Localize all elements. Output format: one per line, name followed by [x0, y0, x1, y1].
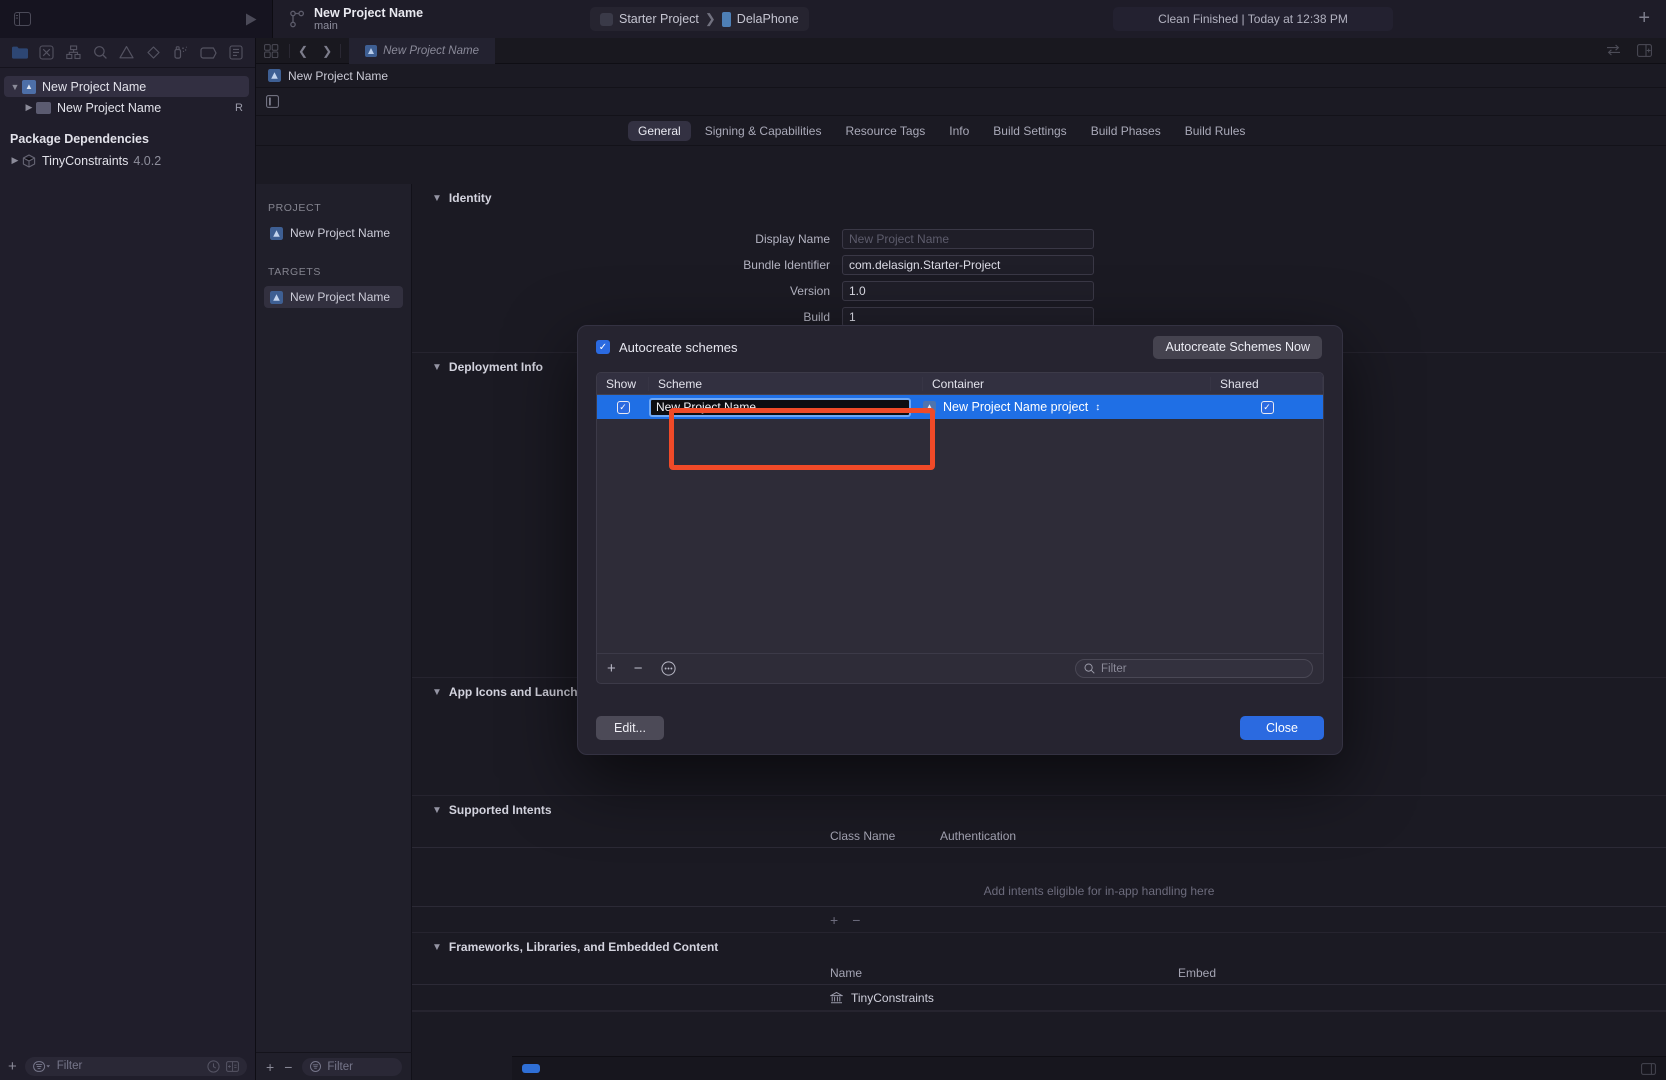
dialog-footer: Edit... Close [596, 716, 1324, 740]
scheme-show-checkbox[interactable]: ✓ [616, 400, 630, 414]
xcode-window: New Project Name main Starter Project ❯ … [0, 0, 1666, 1080]
autocreate-schemes-label: Autocreate schemes [619, 339, 738, 355]
column-container: Container [923, 376, 1211, 391]
edit-button[interactable]: Edit... [596, 716, 664, 740]
minus-icon[interactable]: − [634, 661, 643, 676]
autocreate-schemes-checkbox[interactable]: ✓ [596, 340, 610, 354]
schemes-table-header: Show Scheme Container Shared [597, 373, 1323, 395]
schemes-table: Show Scheme Container Shared ✓ New Proje… [596, 372, 1324, 684]
updown-chevron-icon[interactable]: ↕ [1095, 402, 1100, 413]
close-button[interactable]: Close [1240, 716, 1324, 740]
plus-icon[interactable]: + [607, 661, 616, 676]
schemes-table-footer: + − Filter [597, 653, 1323, 683]
scheme-container-cell[interactable]: New Project Name project ↕ [923, 400, 1211, 414]
scheme-shared-cell: ✓ [1211, 400, 1323, 414]
schemes-filter-placeholder: Filter [1101, 662, 1127, 675]
column-show: Show [597, 376, 649, 391]
ellipsis-circle-icon[interactable] [660, 661, 676, 676]
manage-schemes-dialog: ✓ Autocreate schemes Autocreate Schemes … [577, 325, 1343, 755]
search-icon [1084, 663, 1095, 674]
autocreate-row: ✓ Autocreate schemes Autocreate Schemes … [578, 326, 1342, 368]
scheme-container-label: New Project Name project [943, 400, 1089, 414]
scheme-name-cell[interactable]: New Project Name [649, 397, 923, 417]
scheme-show-cell: ✓ [597, 400, 649, 414]
column-shared: Shared [1211, 376, 1323, 391]
column-scheme: Scheme [649, 376, 923, 391]
scheme-shared-checkbox[interactable]: ✓ [1260, 400, 1274, 414]
scheme-name-input[interactable]: New Project Name [649, 397, 911, 417]
schemes-filter-input[interactable]: Filter [1075, 659, 1313, 678]
scheme-table-row[interactable]: ✓ New Project Name New Project Name proj… [597, 395, 1323, 419]
autocreate-schemes-now-button[interactable]: Autocreate Schemes Now [1153, 335, 1322, 359]
project-icon [923, 400, 936, 414]
